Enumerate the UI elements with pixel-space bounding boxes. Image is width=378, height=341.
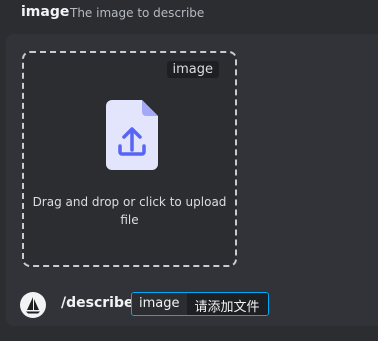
dropzone-instructions: Drag and drop or click to upload file (32, 195, 227, 227)
option-description: The image to describe (70, 6, 205, 20)
file-dropzone[interactable]: image Drag and drop or click to upload f… (22, 51, 237, 267)
describe-command-ui: image The image to describe image Drag a… (0, 0, 378, 341)
option-chip-placeholder[interactable]: 请添加文件 (186, 293, 268, 315)
upload-file-icon (106, 100, 158, 170)
command-bar: /describe image 请添加文件 (6, 285, 378, 325)
option-tag: image (166, 61, 219, 78)
command-name: /describe (61, 295, 134, 311)
option-chip[interactable]: image 请添加文件 (131, 292, 269, 316)
option-header: image The image to describe (0, 0, 378, 27)
sailboat-icon (26, 297, 40, 314)
option-name: image (21, 4, 70, 20)
sailboat-avatar-icon (20, 292, 46, 318)
option-chip-name: image (132, 293, 187, 315)
